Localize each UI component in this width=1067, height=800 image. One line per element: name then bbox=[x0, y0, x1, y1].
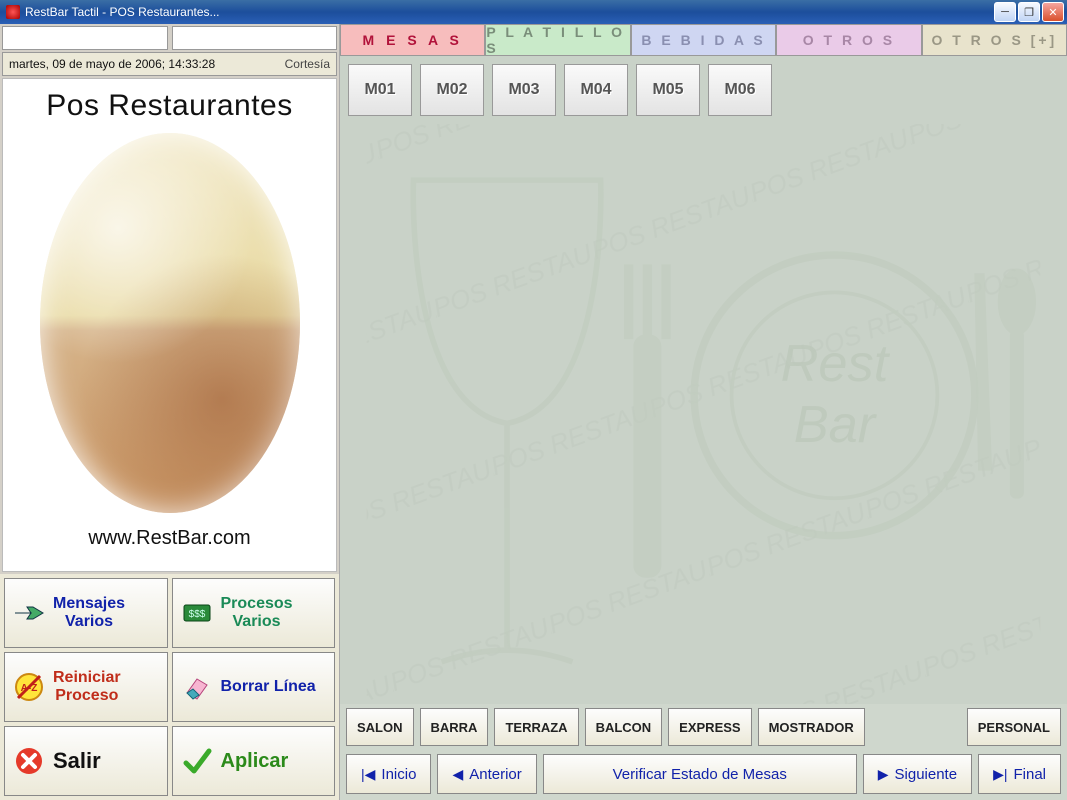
aplicar-label: Aplicar bbox=[221, 750, 289, 773]
locations-row: SALON BARRA TERRAZA BALCON EXPRESS MOSTR… bbox=[340, 704, 1067, 750]
last-icon: ▶| bbox=[993, 766, 1007, 783]
main-content-area: POS RESTAURANTES bbox=[340, 124, 1067, 704]
nav-inicio[interactable]: |◀ Inicio bbox=[346, 754, 431, 794]
mensajes-varios-button[interactable]: Mensajes Varios bbox=[4, 578, 168, 648]
prohibit-icon: A-Z bbox=[13, 671, 45, 703]
aplicar-button[interactable]: Aplicar bbox=[172, 726, 336, 796]
reiniciar-label: Reiniciar Proceso bbox=[53, 669, 121, 706]
top-box-1 bbox=[2, 26, 168, 50]
right-panel: M E S A S P L A T I L L O S B E B I D A … bbox=[340, 24, 1067, 800]
close-button[interactable]: ✕ bbox=[1042, 2, 1064, 22]
salir-button[interactable]: Salir bbox=[4, 726, 168, 796]
left-panel: martes, 09 de mayo de 2006; 14:33:28 Cor… bbox=[0, 24, 340, 800]
loc-salon[interactable]: SALON bbox=[346, 708, 414, 746]
loc-express[interactable]: EXPRESS bbox=[668, 708, 751, 746]
check-icon bbox=[181, 745, 213, 777]
procesos-varios-button[interactable]: $$$ Procesos Varios bbox=[172, 578, 336, 648]
tab-platillos[interactable]: P L A T I L L O S bbox=[485, 24, 630, 56]
table-m06[interactable]: M06 bbox=[708, 64, 772, 116]
loc-balcon[interactable]: BALCON bbox=[585, 708, 663, 746]
tab-otros-plus[interactable]: O T R O S [+] bbox=[922, 24, 1067, 56]
maximize-button[interactable]: ❐ bbox=[1018, 2, 1040, 22]
nav-anterior[interactable]: ◀ Anterior bbox=[437, 754, 536, 794]
table-m05[interactable]: M05 bbox=[636, 64, 700, 116]
hand-point-icon bbox=[13, 597, 45, 629]
nav-verificar[interactable]: Verificar Estado de Mesas bbox=[543, 754, 857, 794]
window-controls: ─ ❐ ✕ bbox=[994, 2, 1064, 22]
cortesia-label: Cortesía bbox=[285, 57, 330, 71]
borrar-linea-button[interactable]: Borrar Línea bbox=[172, 652, 336, 722]
window-title: RestBar Tactil - POS Restaurantes... bbox=[25, 5, 220, 19]
borrar-label: Borrar Línea bbox=[221, 678, 316, 696]
money-icon: $$$ bbox=[181, 597, 213, 629]
mensajes-label: Mensajes Varios bbox=[53, 595, 125, 632]
titlebar: RestBar Tactil - POS Restaurantes... ─ ❐… bbox=[0, 0, 1067, 24]
svg-text:$$$: $$$ bbox=[188, 609, 205, 620]
reiniciar-proceso-button[interactable]: A-Z Reiniciar Proceso bbox=[4, 652, 168, 722]
loc-mostrador[interactable]: MOSTRADOR bbox=[758, 708, 865, 746]
nav-row: |◀ Inicio ◀ Anterior Verificar Estado de… bbox=[340, 750, 1067, 800]
next-icon: ▶ bbox=[878, 766, 889, 783]
prev-icon: ◀ bbox=[452, 766, 463, 783]
minimize-button[interactable]: ─ bbox=[994, 2, 1016, 22]
datetime-text: martes, 09 de mayo de 2006; 14:33:28 bbox=[9, 57, 215, 71]
top-box-2 bbox=[172, 26, 338, 50]
restbar-watermark: POS RESTAURANTES bbox=[340, 124, 1067, 704]
promo-area: Pos Restaurantes www.RestBar.com bbox=[2, 78, 337, 572]
category-tabs: M E S A S P L A T I L L O S B E B I D A … bbox=[340, 24, 1067, 56]
procesos-label: Procesos Varios bbox=[221, 595, 293, 632]
loc-personal[interactable]: PERSONAL bbox=[967, 708, 1061, 746]
promo-url: www.RestBar.com bbox=[88, 527, 250, 550]
table-m02[interactable]: M02 bbox=[420, 64, 484, 116]
salir-label: Salir bbox=[53, 748, 101, 773]
tab-otros[interactable]: O T R O S bbox=[776, 24, 921, 56]
left-actions: Mensajes Varios $$$ Procesos Varios A-Z … bbox=[0, 574, 339, 800]
datetime-row: martes, 09 de mayo de 2006; 14:33:28 Cor… bbox=[2, 52, 337, 76]
loc-terraza[interactable]: TERRAZA bbox=[494, 708, 578, 746]
table-m01[interactable]: M01 bbox=[348, 64, 412, 116]
app-icon bbox=[6, 5, 20, 19]
nav-final[interactable]: ▶| Final bbox=[978, 754, 1061, 794]
close-x-icon bbox=[13, 745, 45, 777]
first-icon: |◀ bbox=[361, 766, 375, 783]
table-m03[interactable]: M03 bbox=[492, 64, 556, 116]
tab-bebidas[interactable]: B E B I D A S bbox=[631, 24, 776, 56]
nav-siguiente[interactable]: ▶ Siguiente bbox=[863, 754, 972, 794]
promo-title: Pos Restaurantes bbox=[46, 89, 292, 123]
top-info-boxes bbox=[0, 24, 339, 52]
tab-mesas[interactable]: M E S A S bbox=[340, 24, 485, 56]
eraser-icon bbox=[181, 671, 213, 703]
table-m04[interactable]: M04 bbox=[564, 64, 628, 116]
tables-bar: M01 M02 M03 M04 M05 M06 bbox=[340, 56, 1067, 124]
watermark-text-rest: Rest bbox=[781, 335, 891, 393]
loc-barra[interactable]: BARRA bbox=[420, 708, 489, 746]
promo-images bbox=[40, 133, 300, 513]
watermark-text-bar: Bar bbox=[794, 396, 878, 454]
